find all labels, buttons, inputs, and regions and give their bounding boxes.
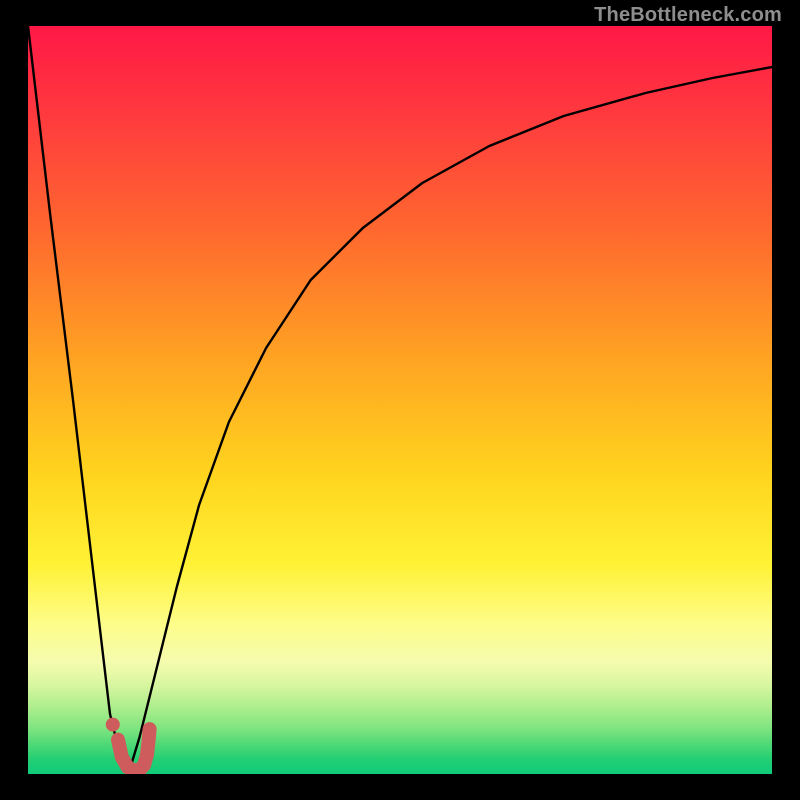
watermark-text: TheBottleneck.com [594,4,782,27]
curve-line [28,26,772,774]
chart-svg [28,26,772,774]
marker-dot [106,718,120,732]
plot-area [28,26,772,774]
chart-frame: TheBottleneck.com [0,0,800,800]
bottom-j-marker [118,729,150,770]
